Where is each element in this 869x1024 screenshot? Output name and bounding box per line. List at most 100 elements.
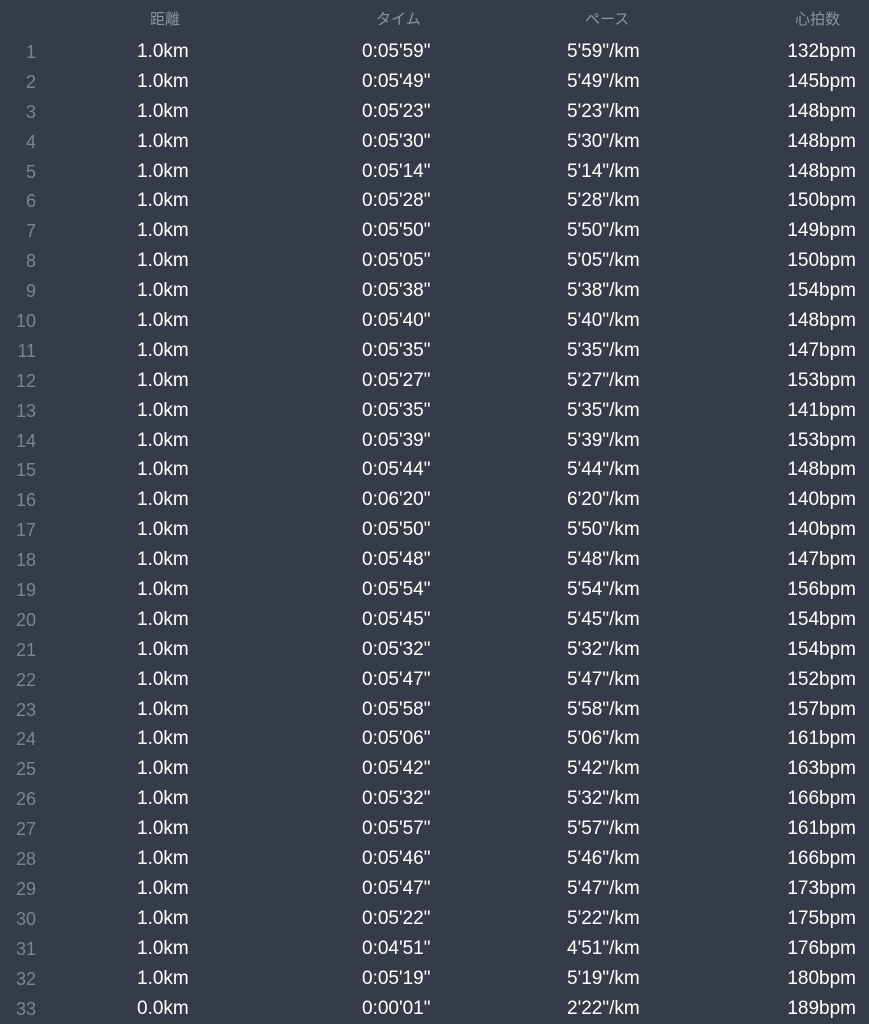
split-pace: 5'05"/km [567,250,640,272]
split-rows: 1 1.0km 0:05'59" 5'59"/km 132bpm 2 1.0km 0:05'4… [0,37,869,1023]
split-pace: 5'32"/km [567,638,640,660]
split-distance: 1.0km [137,310,189,332]
table-row: 32 1.0km 0:05'19" 5'19"/km 180bpm [0,964,869,994]
split-index: 29 [15,878,36,899]
header-pace: ペース [585,10,630,28]
split-distance: 1.0km [137,967,189,989]
split-index: 22 [15,669,36,690]
split-index: 2 [25,71,36,92]
split-time: 0:05'32" [362,638,431,660]
split-time: 0:05'50" [362,220,431,242]
split-heart-rate: 148bpm [787,459,856,481]
split-index: 33 [15,998,36,1019]
split-time: 0:05'54" [362,579,431,601]
split-index: 16 [15,490,36,511]
split-index: 26 [15,789,36,810]
split-distance: 1.0km [137,728,189,750]
split-heart-rate: 148bpm [787,310,856,332]
split-pace: 5'50"/km [567,519,640,541]
split-heart-rate: 161bpm [787,818,856,840]
split-pace: 5'45"/km [567,608,640,630]
split-time: 0:05'27" [362,369,431,391]
split-index: 24 [15,729,36,750]
split-time: 0:05'46" [362,848,431,870]
table-row: 9 1.0km 0:05'38" 5'38"/km 154bpm [0,276,869,306]
split-distance: 1.0km [137,608,189,630]
split-time: 0:05'28" [362,190,431,212]
split-distance: 1.0km [137,668,189,690]
table-row: 10 1.0km 0:05'40" 5'40"/km 148bpm [0,306,869,336]
split-index: 27 [15,819,36,840]
split-heart-rate: 154bpm [787,608,856,630]
table-row: 5 1.0km 0:05'14" 5'14"/km 148bpm [0,157,869,187]
table-row: 13 1.0km 0:05'35" 5'35"/km 141bpm [0,396,869,426]
table-row: 15 1.0km 0:05'44" 5'44"/km 148bpm [0,455,869,485]
split-index: 4 [25,131,36,152]
split-pace: 5'22"/km [567,907,640,929]
split-distance: 1.0km [137,907,189,929]
split-distance: 1.0km [137,579,189,601]
table-row: 22 1.0km 0:05'47" 5'47"/km 152bpm [0,665,869,695]
split-index: 18 [15,550,36,571]
split-heart-rate: 141bpm [787,399,856,421]
split-index: 12 [15,370,36,391]
split-time: 0:05'59" [362,41,431,62]
table-row: 28 1.0km 0:05'46" 5'46"/km 166bpm [0,844,869,874]
split-pace: 2'22"/km [567,997,640,1019]
split-time: 0:05'05" [362,250,431,272]
split-index: 6 [25,191,36,212]
split-index: 25 [15,759,36,780]
split-index: 17 [15,520,36,541]
split-distance: 1.0km [137,70,189,92]
split-distance: 1.0km [137,788,189,810]
table-row: 6 1.0km 0:05'28" 5'28"/km 150bpm [0,186,869,216]
split-pace: 5'49"/km [567,70,640,92]
split-heart-rate: 166bpm [787,788,856,810]
table-row: 2 1.0km 0:05'49" 5'49"/km 145bpm [0,67,869,97]
split-pace: 5'14"/km [567,160,640,182]
table-row: 25 1.0km 0:05'42" 5'42"/km 163bpm [0,754,869,784]
split-distance: 1.0km [137,698,189,720]
split-index: 5 [25,161,36,182]
table-row: 8 1.0km 0:05'05" 5'05"/km 150bpm [0,246,869,276]
table-row: 12 1.0km 0:05'27" 5'27"/km 153bpm [0,366,869,396]
split-pace: 5'28"/km [567,190,640,212]
split-time: 0:04'51" [362,937,431,959]
split-pace: 5'42"/km [567,758,640,780]
split-distance: 1.0km [137,100,189,122]
split-distance: 1.0km [137,519,189,541]
split-pace: 5'58"/km [567,698,640,720]
split-distance: 1.0km [137,160,189,182]
split-time: 0:05'47" [362,877,431,899]
split-heart-rate: 189bpm [787,997,856,1019]
table-row: 23 1.0km 0:05'58" 5'58"/km 157bpm [0,695,869,725]
split-heart-rate: 163bpm [787,758,856,780]
split-heart-rate: 175bpm [787,907,856,929]
split-heart-rate: 147bpm [787,549,856,571]
split-heart-rate: 166bpm [787,848,856,870]
split-pace: 5'46"/km [567,848,640,870]
split-index: 32 [15,968,36,989]
split-time: 0:05'57" [362,818,431,840]
split-index: 3 [25,101,36,122]
split-index: 15 [15,460,36,481]
split-heart-rate: 153bpm [787,429,856,451]
split-index: 1 [25,42,36,62]
table-row: 17 1.0km 0:05'50" 5'50"/km 140bpm [0,515,869,545]
split-distance: 1.0km [137,130,189,152]
split-time: 0:05'35" [362,339,431,361]
split-heart-rate: 161bpm [787,728,856,750]
split-pace: 5'35"/km [567,339,640,361]
split-time: 0:05'19" [362,967,431,989]
split-pace: 5'27"/km [567,369,640,391]
split-distance: 1.0km [137,549,189,571]
split-distance: 1.0km [137,190,189,212]
split-distance: 1.0km [137,848,189,870]
split-distance: 1.0km [137,280,189,302]
split-pace: 5'06"/km [567,728,640,750]
split-time: 0:05'32" [362,788,431,810]
split-pace: 5'47"/km [567,877,640,899]
split-time: 0:05'44" [362,459,431,481]
split-pace: 5'32"/km [567,788,640,810]
split-index: 20 [15,609,36,630]
